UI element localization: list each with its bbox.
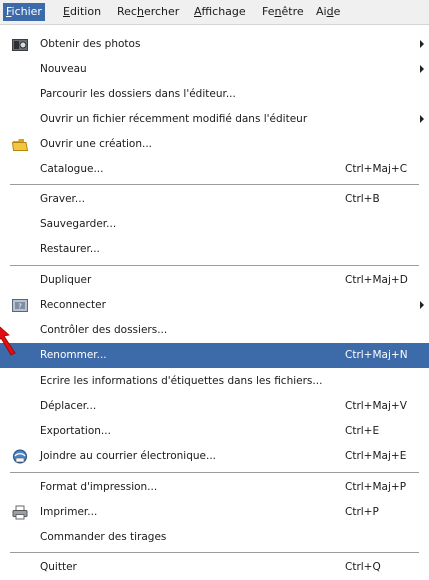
menu-bar: Fichier Edition Rechercher Affichage Fen… <box>0 0 429 25</box>
menu-separator <box>10 472 419 473</box>
menu-item-label: Quitter <box>40 561 77 573</box>
submenu-arrow-icon <box>420 65 424 73</box>
menu-separator <box>10 552 419 553</box>
menu-item-shortcut: Ctrl+Maj+V <box>345 400 407 412</box>
menu-item-label: Reconnecter <box>40 299 106 311</box>
svg-text:?: ? <box>18 303 22 311</box>
menu-item-label: Sauvegarder... <box>40 218 117 230</box>
menu-item-shortcut: Ctrl+P <box>345 506 379 518</box>
menu-item-shortcut: Ctrl+E <box>345 425 380 437</box>
menu-item-dupliquer[interactable]: Dupliquer Ctrl+Maj+D <box>0 268 429 293</box>
menu-item-label: Format d'impression... <box>40 481 158 493</box>
menu-item-joindre-courrier[interactable]: Joindre au courrier électronique... Ctrl… <box>0 444 429 469</box>
menu-item-format-impression[interactable]: Format d'impression... Ctrl+Maj+P <box>0 475 429 500</box>
menu-affichage[interactable]: Affichage <box>191 3 249 21</box>
menu-fenetre[interactable]: Fenêtre <box>259 3 307 21</box>
menu-item-label: Parcourir les dossiers dans l'éditeur... <box>40 88 236 100</box>
menu-item-label: Renommer... <box>40 349 107 361</box>
menu-item-commander-tirages[interactable]: Commander des tirages <box>0 525 429 550</box>
email-icon <box>12 449 28 464</box>
pointer-arrow-icon <box>0 326 16 356</box>
menu-rechercher[interactable]: Rechercher <box>114 3 182 21</box>
menu-item-shortcut: Ctrl+Maj+C <box>345 163 408 175</box>
menu-item-label: Déplacer... <box>40 400 97 412</box>
menu-item-exportation[interactable]: Exportation... Ctrl+E <box>0 419 429 444</box>
menu-item-label: Dupliquer <box>40 274 92 286</box>
camera-icon <box>12 37 28 52</box>
menu-item-graver[interactable]: Graver... Ctrl+B <box>0 187 429 212</box>
menu-aide[interactable]: Aide <box>313 3 343 21</box>
submenu-arrow-icon <box>420 115 424 123</box>
menu-item-label: Ecrire les informations d'étiquettes dan… <box>40 375 323 387</box>
submenu-arrow-icon <box>420 40 424 48</box>
menu-item-restaurer[interactable]: Restaurer... <box>0 237 429 262</box>
menu-fichier[interactable]: Fichier <box>3 3 45 21</box>
printer-icon <box>12 505 28 520</box>
menu-item-sauvegarder[interactable]: Sauvegarder... <box>0 212 429 237</box>
menu-item-ouvrir-creation[interactable]: Ouvrir une création... <box>0 132 429 157</box>
menu-item-shortcut: Ctrl+Maj+N <box>345 349 408 361</box>
submenu-arrow-icon <box>420 301 424 309</box>
menu-item-shortcut: Ctrl+B <box>345 193 380 205</box>
menu-item-label: Ouvrir un fichier récemment modifié dans… <box>40 113 308 125</box>
menu-item-label: Graver... <box>40 193 85 205</box>
menu-item-ecrire-etiquettes[interactable]: Ecrire les informations d'étiquettes dan… <box>0 369 429 394</box>
menu-item-catalogue[interactable]: Catalogue... Ctrl+Maj+C <box>0 157 429 182</box>
menu-item-nouveau[interactable]: Nouveau <box>0 57 429 82</box>
menu-separator <box>10 184 419 185</box>
menu-item-quitter[interactable]: Quitter Ctrl+Q <box>0 555 429 580</box>
menu-item-shortcut: Ctrl+Maj+P <box>345 481 407 493</box>
menu-item-renommer[interactable]: Renommer... Ctrl+Maj+N <box>0 343 429 368</box>
menu-item-shortcut: Ctrl+Maj+D <box>345 274 408 286</box>
menu-item-ouvrir-fichier-recent[interactable]: Ouvrir un fichier récemment modifié dans… <box>0 107 429 132</box>
menu-item-label: Contrôler des dossiers... <box>40 324 168 336</box>
menu-item-reconnecter[interactable]: ? Reconnecter <box>0 293 429 318</box>
menu-item-label: Exportation... <box>40 425 111 437</box>
menu-edition[interactable]: Edition <box>60 3 104 21</box>
menu-item-label: Restaurer... <box>40 243 100 255</box>
menu-item-label: Ouvrir une création... <box>40 138 153 150</box>
menu-item-label: Commander des tirages <box>40 531 167 543</box>
reconnect-icon: ? <box>12 298 28 313</box>
menu-item-parcourir-dossiers[interactable]: Parcourir les dossiers dans l'éditeur... <box>0 82 429 107</box>
menu-item-deplacer[interactable]: Déplacer... Ctrl+Maj+V <box>0 394 429 419</box>
menu-item-shortcut: Ctrl+Maj+E <box>345 450 407 462</box>
menu-item-obtenir-des-photos[interactable]: Obtenir des photos <box>0 32 429 57</box>
menu-item-label: Obtenir des photos <box>40 38 141 50</box>
menu-item-controler-dossiers[interactable]: Contrôler des dossiers... <box>0 318 429 343</box>
menu-item-imprimer[interactable]: Imprimer... Ctrl+P <box>0 500 429 525</box>
menu-item-label: Nouveau <box>40 63 87 75</box>
folder-open-icon <box>11 137 29 152</box>
menu-item-label: Joindre au courrier électronique... <box>40 450 217 462</box>
fichier-dropdown-menu: Obtenir des photos Nouveau Parcourir les… <box>0 25 429 579</box>
menu-item-label: Imprimer... <box>40 506 98 518</box>
menu-separator <box>10 265 419 266</box>
menu-item-label: Catalogue... <box>40 163 104 175</box>
menu-item-shortcut: Ctrl+Q <box>345 561 381 573</box>
